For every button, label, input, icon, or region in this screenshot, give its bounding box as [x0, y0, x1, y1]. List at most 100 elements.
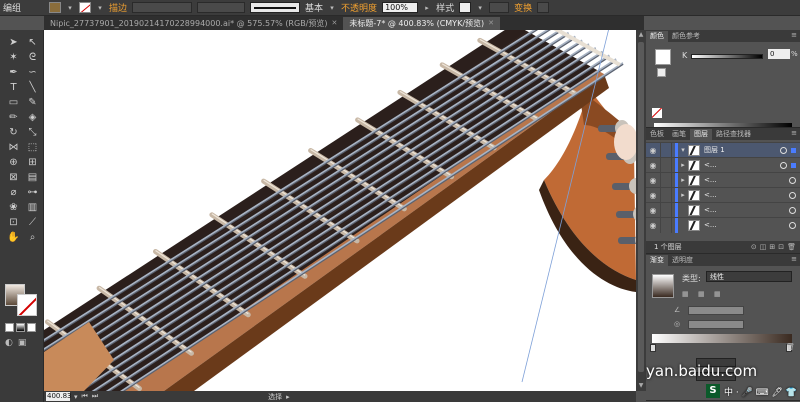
angle-field[interactable]: [688, 306, 744, 315]
tab-gradient[interactable]: 渐变: [646, 255, 668, 266]
status-menu-arrow-icon[interactable]: ▸: [286, 393, 290, 401]
tab-pathfinder[interactable]: 路径查找器: [712, 129, 755, 140]
close-icon[interactable]: ✕: [488, 17, 494, 30]
tab-swatches[interactable]: 色板: [646, 129, 668, 140]
stroke-gradient-across-icon[interactable]: ▦: [714, 290, 721, 298]
layer-row[interactable]: ◉ ▸ <...: [646, 187, 800, 203]
lock-toggle[interactable]: [660, 202, 672, 218]
fill-dropdown-arrow-icon[interactable]: ▾: [66, 4, 74, 12]
panel-menu-icon[interactable]: ≡: [791, 255, 797, 263]
target-circle-icon[interactable]: [780, 161, 787, 169]
line-tool-icon[interactable]: ╲: [23, 80, 42, 95]
delete-stop-icon[interactable]: 🗑: [786, 343, 795, 351]
close-icon[interactable]: ✕: [332, 17, 338, 30]
layer-row[interactable]: ◉ ▾ 图层 1: [646, 142, 800, 158]
layer-name[interactable]: 图层 1: [704, 145, 780, 155]
k-channel-slider[interactable]: [691, 54, 763, 59]
visibility-eye-icon[interactable]: ◉: [646, 176, 660, 185]
stroke-dropdown-arrow-icon[interactable]: ▾: [96, 4, 104, 12]
target-circle-icon[interactable]: [780, 146, 787, 154]
draw-normal-icon[interactable]: ◐: [5, 338, 13, 348]
delete-layer-icon[interactable]: 🗑: [787, 241, 796, 253]
tab-transparency[interactable]: 透明度: [668, 255, 697, 266]
visibility-eye-icon[interactable]: ◉: [646, 221, 660, 230]
rectangle-tool-icon[interactable]: ▭: [4, 95, 23, 110]
tab-layers[interactable]: 图层: [690, 129, 712, 140]
sublayer-name[interactable]: <...: [704, 161, 780, 169]
lock-toggle[interactable]: [660, 142, 672, 158]
opacity-input[interactable]: 100%: [382, 2, 419, 13]
none-color-swatch[interactable]: [652, 108, 662, 118]
artboard-nav-next-icon[interactable]: ⏭: [92, 392, 98, 401]
lock-toggle[interactable]: [660, 187, 672, 203]
column-graph-tool-icon[interactable]: ▥: [23, 200, 42, 215]
lock-toggle[interactable]: [660, 217, 672, 233]
layer-row[interactable]: ◉ <...: [646, 202, 800, 218]
aspect-ratio-field[interactable]: [688, 320, 744, 329]
vertical-scrollbar[interactable]: ▲ ▼: [636, 30, 646, 391]
style-dropdown-arrow-icon[interactable]: ▾: [476, 4, 484, 12]
slice-tool-icon[interactable]: ⟋: [23, 215, 42, 230]
stroke-color-swatch[interactable]: [79, 2, 92, 13]
expand-arrow-icon[interactable]: ▾: [678, 146, 688, 154]
stroke-style-label[interactable]: 基本: [305, 1, 323, 14]
blend-tool-icon[interactable]: ⊶: [23, 185, 42, 200]
layer-row[interactable]: ◉ ▸ <...: [646, 157, 800, 173]
expand-arrow-icon[interactable]: ▸: [678, 191, 688, 199]
fill-color-swatch[interactable]: [49, 2, 62, 13]
panel-menu-icon[interactable]: ≡: [791, 129, 797, 137]
visibility-eye-icon[interactable]: ◉: [646, 206, 660, 215]
gradient-preview-swatch[interactable]: [652, 274, 674, 298]
magic-wand-tool-icon[interactable]: ✶: [4, 50, 23, 65]
out-of-gamut-icon[interactable]: [657, 68, 666, 77]
zoom-dropdown-icon[interactable]: ▾: [74, 393, 78, 401]
type-tool-icon[interactable]: T: [4, 80, 23, 95]
lock-toggle[interactable]: [660, 157, 672, 173]
stroke-swatch[interactable]: [17, 294, 37, 316]
stroke-gradient-icon[interactable]: ▦: [682, 290, 689, 298]
stroke-weight-field[interactable]: [132, 2, 193, 13]
tab-untitled-7[interactable]: 未标题-7* @ 400.83% (CMYK/预览) ✕: [343, 17, 501, 30]
scroll-down-arrow-icon[interactable]: ▼: [636, 381, 646, 391]
layer-row[interactable]: ◉ ▸ <...: [646, 172, 800, 188]
document-setup-button[interactable]: [489, 2, 510, 13]
zoom-tool-icon[interactable]: ⌕: [23, 230, 42, 245]
selection-tool-icon[interactable]: ➤: [4, 35, 23, 50]
brush-definition-preview[interactable]: [250, 2, 301, 13]
pen-tool-icon[interactable]: ✒: [4, 65, 23, 80]
scroll-up-arrow-icon[interactable]: ▲: [636, 30, 646, 40]
lasso-tool-icon[interactable]: ᘓ: [23, 50, 42, 65]
sublayer-name[interactable]: <...: [704, 191, 789, 199]
symbol-sprayer-tool-icon[interactable]: ❀: [4, 200, 23, 215]
visibility-eye-icon[interactable]: ◉: [646, 146, 660, 155]
expand-arrow-icon[interactable]: ▸: [678, 161, 688, 169]
k-channel-input[interactable]: 0: [768, 49, 790, 59]
variable-width-profile[interactable]: [197, 2, 246, 13]
stroke-gradient-along-icon[interactable]: ▦: [698, 290, 705, 298]
opacity-label[interactable]: 不透明度: [341, 1, 377, 14]
tab-nipic-document[interactable]: Nipic_27737901_20190214170228994000.ai* …: [44, 17, 343, 30]
artboard-nav-prev-icon[interactable]: ⏮: [82, 392, 88, 401]
gradient-mode-button[interactable]: [16, 323, 25, 332]
layer-row[interactable]: ◉ <...: [646, 217, 800, 233]
eyedropper-tool-icon[interactable]: ⌀: [4, 185, 23, 200]
none-mode-button[interactable]: [27, 323, 36, 332]
visibility-eye-icon[interactable]: ◉: [646, 161, 660, 170]
mesh-tool-icon[interactable]: ⊠: [4, 170, 23, 185]
gradient-tool-icon[interactable]: ▤: [23, 170, 42, 185]
pencil-tool-icon[interactable]: ✏: [4, 110, 23, 125]
stroke-label[interactable]: 描边: [109, 1, 127, 14]
opacity-dropdown-arrow-icon[interactable]: ▸: [423, 4, 431, 12]
hand-tool-icon[interactable]: ✋: [4, 230, 23, 245]
zoom-level-field[interactable]: 400.83: [46, 392, 72, 401]
expand-arrow-icon[interactable]: ▸: [678, 176, 688, 184]
scale-tool-icon[interactable]: ⤡: [23, 125, 42, 140]
shape-builder-tool-icon[interactable]: ⊕: [4, 155, 23, 170]
arrange-documents-icon[interactable]: [537, 2, 550, 13]
lock-toggle[interactable]: [660, 172, 672, 188]
guitar-artwork[interactable]: [44, 30, 636, 391]
curvature-tool-icon[interactable]: ∽: [23, 65, 42, 80]
sublayer-name[interactable]: <...: [704, 206, 789, 214]
canvas-area[interactable]: [44, 30, 636, 391]
direct-selection-tool-icon[interactable]: ↖: [23, 35, 42, 50]
